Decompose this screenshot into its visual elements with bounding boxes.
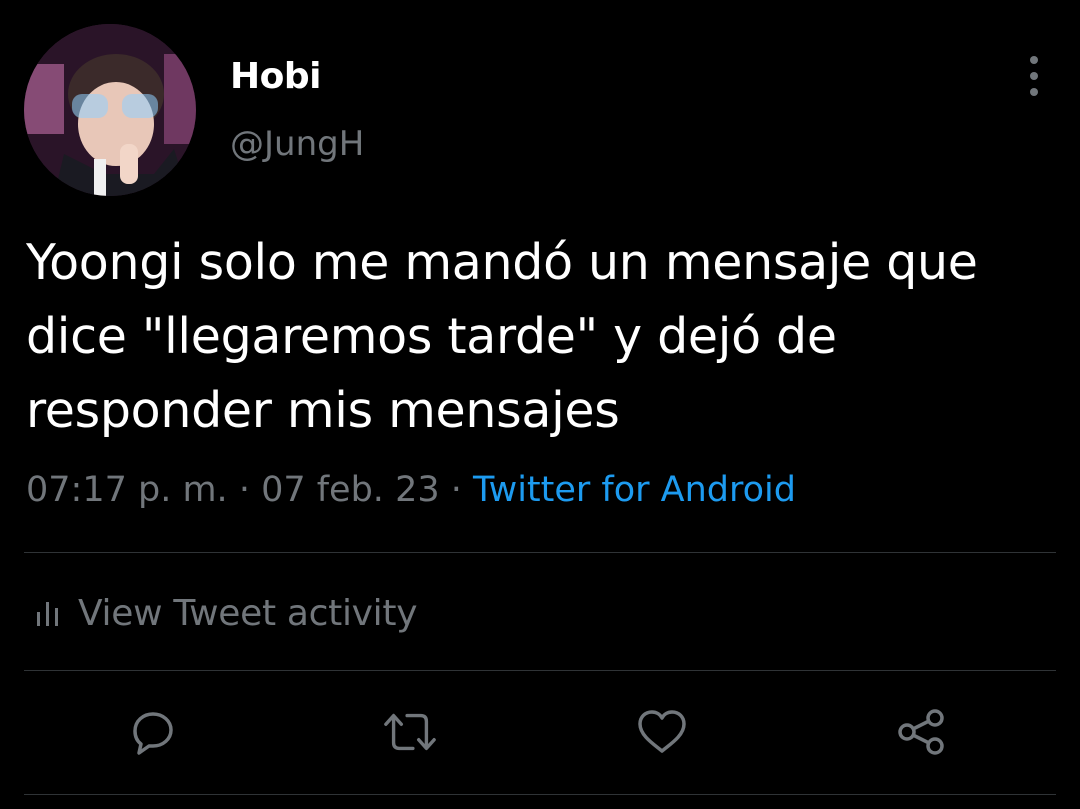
avatar[interactable] <box>24 24 196 196</box>
share-button[interactable] <box>894 704 950 760</box>
meta-separator: · <box>227 470 262 510</box>
divider <box>24 552 1056 553</box>
heart-icon <box>638 710 686 753</box>
tweet-time[interactable]: 07:17 p. m. <box>26 470 228 510</box>
retweet-button[interactable] <box>382 704 438 760</box>
display-name[interactable]: Hobi <box>230 56 321 97</box>
tweet-meta: 07:17 p. m. · 07 feb. 23 · Twitter for A… <box>26 470 796 510</box>
divider <box>24 794 1056 795</box>
reply-button[interactable] <box>124 704 180 760</box>
tweet-source-link[interactable]: Twitter for Android <box>473 470 796 510</box>
comment-icon <box>133 712 173 755</box>
tweet-text: Yoongi solo me mandó un mensaje que dice… <box>26 234 978 439</box>
profile-photo-icon <box>24 24 196 196</box>
tweet-date[interactable]: 07 feb. 23 <box>261 470 440 510</box>
share-icon <box>898 709 944 755</box>
retweet-icon <box>384 713 436 751</box>
divider <box>24 670 1056 671</box>
view-tweet-activity-label: View Tweet activity <box>78 592 418 634</box>
more-dot-icon <box>1030 56 1038 64</box>
meta-separator: · <box>439 470 473 510</box>
more-options-button[interactable] <box>1016 56 1052 96</box>
more-dot-icon <box>1030 88 1038 96</box>
view-tweet-activity-button[interactable]: View Tweet activity <box>34 588 418 638</box>
more-dot-icon <box>1030 72 1038 80</box>
bar-chart-icon <box>37 602 58 626</box>
user-handle[interactable]: @JungH <box>230 124 364 164</box>
like-button[interactable] <box>634 704 690 760</box>
